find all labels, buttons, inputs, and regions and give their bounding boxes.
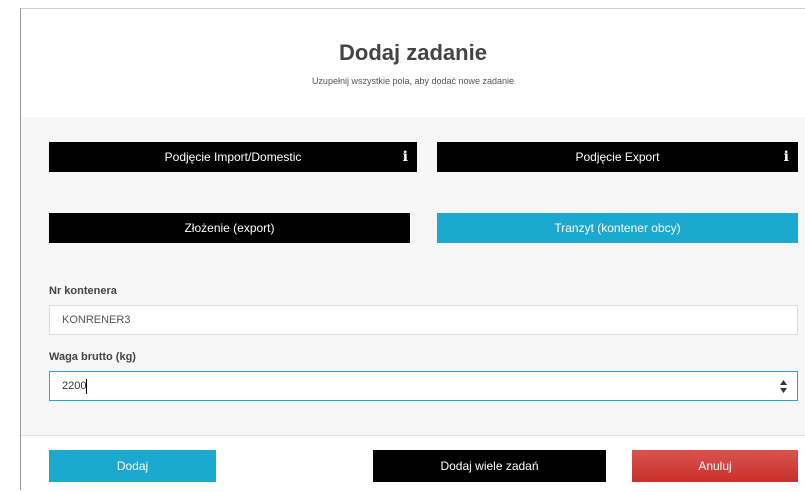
modal-title: Dodaj zadanie	[339, 40, 487, 65]
text-caret	[86, 379, 87, 394]
add-task-modal: Dodaj zadanie Uzupełnij wszystkie pola, …	[20, 8, 805, 492]
cancel-button[interactable]: Anuluj	[632, 450, 798, 482]
container-number-input[interactable]	[49, 305, 798, 335]
gross-weight-label: Waga brutto (kg)	[49, 351, 136, 363]
modal-footer: Dodaj Dodaj wiele zadań Anuluj	[21, 435, 805, 492]
task-type-import-domestic-button[interactable]: Podjęcie Import/Domestic i	[49, 142, 417, 172]
info-icon[interactable]: i	[403, 149, 408, 165]
add-many-button[interactable]: Dodaj wiele zadań	[373, 450, 606, 482]
task-type-label: Tranzyt (kontener obcy)	[554, 221, 681, 235]
task-type-label: Podjęcie Export	[575, 150, 660, 164]
task-type-export-button[interactable]: Podjęcie Export i	[437, 142, 798, 172]
task-type-label: Złożenie (export)	[184, 221, 275, 235]
gross-weight-field[interactable]	[49, 371, 798, 401]
task-type-stuffing-export-button[interactable]: Złożenie (export)	[49, 213, 410, 243]
container-number-label: Nr kontenera	[49, 285, 117, 297]
task-type-label: Podjęcie Import/Domestic	[164, 150, 302, 164]
info-icon[interactable]: i	[784, 149, 789, 165]
number-spinner-icon[interactable]	[779, 379, 788, 394]
task-type-transit-button[interactable]: Tranzyt (kontener obcy)	[437, 213, 798, 243]
modal-body: Podjęcie Import/Domestic i Podjęcie Expo…	[21, 117, 805, 435]
add-button[interactable]: Dodaj	[49, 450, 216, 482]
gross-weight-input[interactable]	[50, 372, 774, 400]
background-page-strip	[0, 0, 805, 8]
modal-header: Dodaj zadanie Uzupełnij wszystkie pola, …	[21, 9, 805, 118]
modal-subtitle: Uzupełnij wszystkie pola, aby dodać nowe…	[311, 76, 515, 86]
